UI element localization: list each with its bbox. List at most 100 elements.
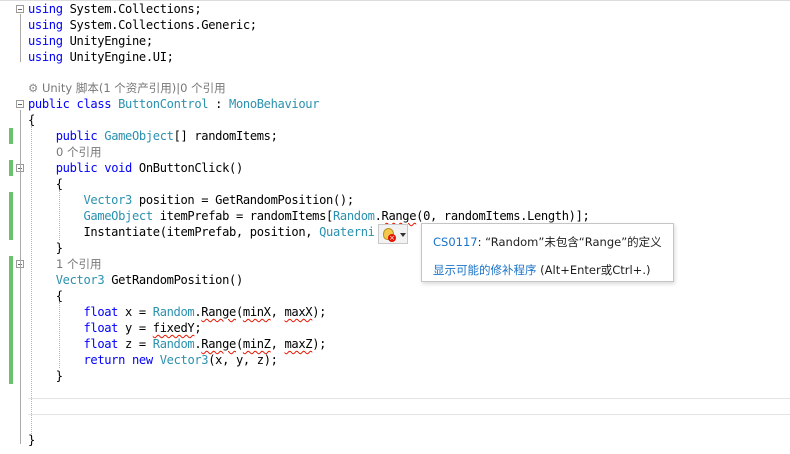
code-line[interactable]: return new Vector3(x, y, z); [28, 352, 278, 368]
error-description: : “Random”未包含“Range”的定义 [477, 235, 662, 249]
error-identifier[interactable]: maxX [285, 305, 313, 319]
code-text: System.Collections; [62, 2, 202, 16]
code-text: } [55, 241, 63, 255]
code-text: ( [235, 337, 243, 351]
keyword: return [83, 353, 126, 367]
code-editor[interactable]: using System.Collections; using System.C… [0, 0, 790, 454]
keyword: class [76, 97, 112, 111]
code-line[interactable]: Vector3 position = GetRandomPosition(); [28, 192, 354, 208]
code-text: { [28, 113, 35, 127]
code-line[interactable]: using UnityEngine; [28, 33, 153, 49]
codelens-class[interactable]: ⚙ Unity 脚本(1 个资产引用)|0 个引用 [28, 80, 226, 96]
keyword: using [28, 18, 63, 32]
fix-suggestion: 显示可能的修补程序 (Alt+Enter或Ctrl+.) [433, 262, 650, 278]
code-line[interactable]: } [28, 240, 63, 256]
codelens-getrandomposition[interactable]: 1 个引用 [56, 256, 101, 272]
error-tooltip: CS0117: “Random”未包含“Range”的定义 显示可能的修补程序 … [421, 223, 674, 282]
code-text: x = [118, 305, 153, 319]
keyword: float [83, 321, 119, 335]
type-name: Vector3 [159, 353, 209, 367]
code-line[interactable]: { [28, 112, 35, 128]
keyword: using [28, 50, 63, 64]
code-text: [] randomItems; [173, 129, 278, 143]
code-line[interactable]: public GameObject[] randomItems; [28, 128, 278, 144]
code-line[interactable]: Vector3 GetRandomPosition() [28, 272, 244, 288]
code-text: ); [312, 305, 327, 319]
code-text: (0, randomItems.Length)]; [416, 209, 590, 223]
code-text: , [270, 337, 285, 351]
code-line[interactable]: public void OnButtonClick() [28, 160, 244, 176]
class-name: ButtonControl [118, 97, 209, 111]
codelens-text[interactable]: 1 个引用 [56, 257, 101, 271]
code-text: y = [118, 321, 153, 335]
error-identifier[interactable]: maxZ [285, 337, 313, 351]
quick-actions-button[interactable]: × [378, 224, 408, 244]
error-identifier[interactable]: fixedY [153, 321, 195, 335]
keyword: public [55, 161, 98, 175]
code-text: , [270, 305, 285, 319]
fold-toggle-usings[interactable] [16, 5, 24, 13]
current-line-highlight [28, 398, 790, 415]
code-text: UnityEngine; [62, 34, 154, 48]
codelens-onbuttonclick[interactable]: 0 个引用 [56, 144, 101, 160]
show-fixes-link[interactable]: 显示可能的修补程序 [433, 263, 537, 277]
code-line[interactable]: using System.Collections; [28, 1, 202, 17]
code-text: { [55, 177, 63, 191]
error-range[interactable]: Range [201, 337, 236, 351]
code-line[interactable]: using System.Collections.Generic; [28, 17, 257, 33]
code-line[interactable]: } [28, 368, 63, 384]
code-line[interactable]: { [28, 288, 63, 304]
code-text: position = GetRandomPosition(); [131, 193, 354, 207]
code-text: ; [194, 321, 202, 335]
code-text: (x, y, z); [208, 353, 278, 367]
code-line[interactable]: } [28, 432, 35, 448]
error-identifier[interactable]: minX [243, 305, 271, 319]
code-text: z = [118, 337, 153, 351]
class-name: Random [152, 305, 195, 319]
code-line[interactable]: using UnityEngine.UI; [28, 49, 174, 65]
code-line[interactable]: public class ButtonControl : MonoBehavio… [28, 96, 319, 112]
code-line[interactable]: GameObject itemPrefab = randomItems[Rand… [28, 208, 589, 224]
keyword: using [28, 2, 63, 16]
fold-toggle-class[interactable] [16, 100, 24, 108]
keyword: void [104, 161, 132, 175]
keyword: public [28, 97, 70, 111]
code-text: } [28, 433, 35, 447]
code-text: ); [312, 337, 327, 351]
change-bar [9, 256, 13, 384]
change-bar [9, 192, 13, 240]
unity-icon: ⚙ [28, 81, 39, 95]
code-line[interactable]: float x = Random.Range(minX, maxX); [28, 304, 326, 320]
error-identifier[interactable]: minZ [243, 337, 271, 351]
code-text: itemPrefab = randomItems[ [152, 209, 334, 223]
code-text: ( [235, 305, 243, 319]
class-name: Random [152, 337, 195, 351]
shortcut-hint: (Alt+Enter或Ctrl+.) [536, 263, 651, 277]
error-code-link[interactable]: CS0117 [433, 235, 478, 249]
code-text: System.Collections.Generic; [62, 18, 258, 32]
outline-line-class [20, 110, 21, 444]
change-bar [9, 160, 13, 176]
error-range[interactable]: Range [382, 209, 417, 223]
code-line[interactable]: { [28, 176, 63, 192]
codelens-text[interactable]: Unity 脚本(1 个资产引用)|0 个引用 [42, 81, 226, 95]
outline-line-usings [20, 14, 21, 62]
keyword: new [131, 353, 153, 367]
change-bar [9, 128, 13, 144]
keyword: float [83, 337, 119, 351]
keyword: public [55, 129, 98, 143]
code-text: UnityEngine.UI; [62, 50, 174, 64]
code-line[interactable]: float z = Random.Range(minZ, maxZ); [28, 336, 326, 352]
error-message: CS0117: “Random”未包含“Range”的定义 [433, 234, 662, 250]
code-line[interactable]: float y = fixedY; [28, 320, 201, 336]
codelens-text[interactable]: 0 个引用 [56, 145, 101, 159]
code-text: Instantiate(itemPrefab, position, [83, 225, 320, 239]
keyword: using [28, 34, 63, 48]
type-name: GameObject [104, 129, 174, 143]
code-text: { [55, 289, 63, 303]
chevron-down-icon [400, 233, 406, 237]
code-text: GetRandomPosition() [104, 273, 243, 287]
error-range[interactable]: Range [201, 305, 236, 319]
type-name: Vector3 [83, 193, 132, 207]
code-text: } [55, 369, 63, 383]
